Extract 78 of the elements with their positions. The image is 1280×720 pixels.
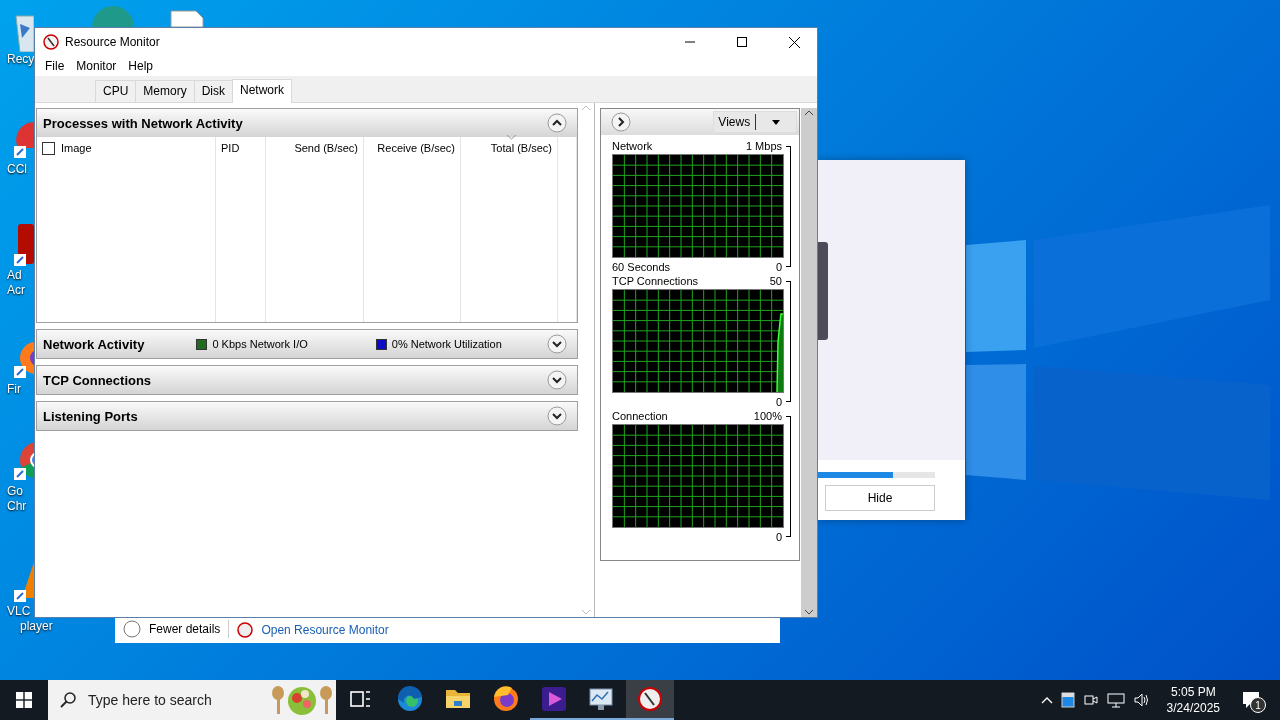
search-box[interactable]: Type here to search [48,680,336,720]
section-header[interactable]: Listening Ports [37,402,577,430]
windows-logo-icon[interactable] [16,692,32,708]
legend-label: 0% Network Utilization [391,338,502,350]
notification-badge: 1 [1250,697,1266,713]
graph-title: Connection [612,409,668,423]
expand-button[interactable] [547,406,567,426]
icon-label: Chr [7,499,27,514]
edge-icon [397,685,422,711]
graph-title: TCP Connections [612,274,698,288]
hide-button[interactable]: Hide [825,485,935,511]
icon-label: Go [7,484,23,499]
expand-button[interactable] [547,370,567,390]
menu-item[interactable]: File [40,59,70,73]
resource-monitor-icon [237,622,254,638]
chevron-up-icon[interactable] [1040,696,1053,704]
graph-max-value: 1 Mbps [745,139,782,153]
graph-title: Network [612,139,653,153]
dropdown-arrow-icon [771,119,780,125]
select-all-checkbox[interactable] [42,141,55,155]
column-header[interactable]: Receive (B/sec) [364,137,460,159]
icon-label: player [20,619,53,634]
tab[interactable]: Network [232,79,293,103]
section-title: Listening Ports [43,408,138,424]
menu-item[interactable]: Monitor [71,59,122,73]
graph-min-value: 0 [775,260,782,274]
menu-item[interactable]: Help [123,59,159,73]
resource-monitor-icon [638,687,662,711]
notification-button[interactable]: 1 [1236,685,1266,715]
column-header[interactable]: PID [216,137,265,159]
expand-button[interactable] [547,334,567,354]
fewer-details-link[interactable]: Fewer details [149,622,221,636]
taskbar-button[interactable] [626,680,674,720]
firefox-icon [494,686,518,711]
volume-icon[interactable] [1132,692,1151,708]
graph-min-value: 0 [775,530,782,544]
icon-label: VLC [7,604,31,619]
maximize-icon[interactable] [737,37,747,47]
icon-label: Recy [7,52,35,67]
section-header[interactable]: Network Activity 0 Kbps Network I/O 0% Network Utilization [37,330,577,358]
icon-label: Fir [7,382,21,397]
section-title: TCP Connections [43,372,152,388]
column-header[interactable]: Total (B/sec) [461,137,557,159]
section-title: Processes with Network Activity [43,115,243,131]
icon-label: CCl [7,162,27,177]
folder-icon [446,690,470,708]
icon-label: Ad [7,268,22,283]
monitor-icon [589,688,613,710]
collapse-icon[interactable] [123,620,141,638]
column-header[interactable]: Image [37,137,215,159]
collapse-button[interactable] [547,113,567,133]
section-title: Network Activity [43,336,145,352]
icon-label: Acr [7,283,25,298]
window-title: Resource Monitor [65,35,161,49]
resource-monitor-icon [43,34,59,50]
battery-icon[interactable] [1060,692,1075,708]
clock-date[interactable]: 3/24/2025 [1166,700,1220,716]
tab[interactable]: CPU [95,80,137,102]
section-header[interactable]: TCP Connections [37,366,577,394]
graph-max-value: 50 [769,274,782,288]
camera-icon[interactable] [1082,692,1099,708]
close-icon[interactable] [788,36,800,48]
legend-label: 0 Kbps Network I/O [212,338,308,350]
search-icon [60,692,76,708]
scrollbar[interactable] [801,108,817,617]
section-header[interactable]: Processes with Network Activity [37,109,577,137]
graph-min-value: 0 [775,395,782,409]
graph-time-span: 60 Seconds [612,260,671,274]
column-header[interactable]: Send (B/sec) [266,137,363,159]
views-dropdown[interactable]: Views [713,111,797,133]
graph-max-value: 100% [753,409,782,423]
open-resource-monitor-link[interactable]: Open Resource Monitor [261,623,389,637]
clock-time[interactable]: 5:05 PM [1166,684,1220,700]
media-app-icon [542,687,566,711]
task-view-icon [350,691,371,707]
network-icon[interactable] [1106,692,1125,708]
search-field[interactable]: Type here to search [86,691,260,709]
expand-pane-button[interactable] [611,112,631,132]
